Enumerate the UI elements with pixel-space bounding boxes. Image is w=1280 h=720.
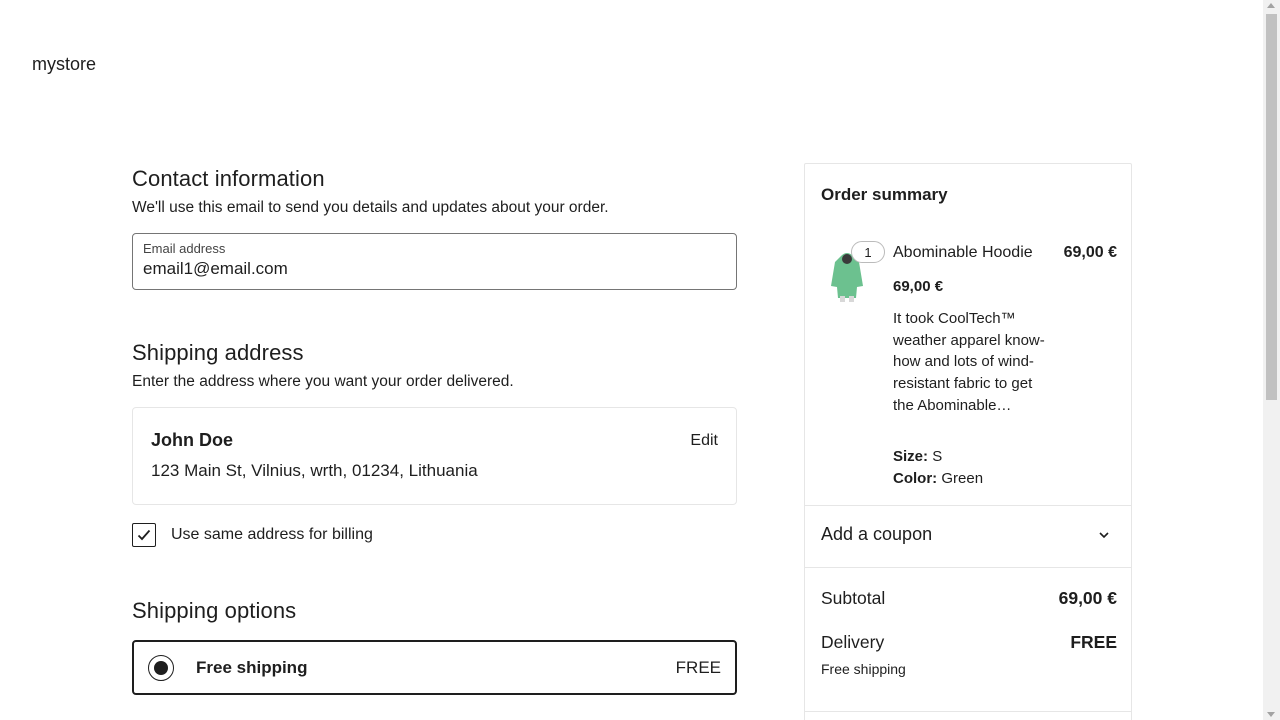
billing-same-checkbox[interactable] bbox=[132, 523, 156, 547]
chevron-down-icon bbox=[1099, 531, 1109, 538]
size-label: Size: bbox=[893, 448, 929, 465]
email-label: Email address bbox=[143, 241, 226, 256]
address-card: John Doe 123 Main St, Vilnius, wrth, 012… bbox=[132, 407, 737, 505]
product-color: Color: Green bbox=[893, 468, 983, 490]
product-price: 69,00 € bbox=[893, 278, 944, 295]
order-summary: Order summary 1 Abominable Hoodie 69,00 … bbox=[804, 163, 1132, 720]
shipping-option-radio[interactable] bbox=[148, 654, 174, 681]
store-logo[interactable]: mystore bbox=[32, 54, 96, 75]
radio-selected-dot bbox=[154, 660, 168, 675]
shipping-option-free[interactable]: Free shipping FREE bbox=[132, 640, 737, 695]
shipping-title: Shipping address bbox=[132, 340, 304, 365]
subtotal-value: 69,00 € bbox=[1058, 588, 1117, 608]
scroll-thumb[interactable] bbox=[1266, 14, 1277, 400]
cart-item: 1 Abominable Hoodie 69,00 € 69,00 € It t… bbox=[821, 236, 1117, 506]
delivery-row: Delivery FREE bbox=[821, 632, 1117, 653]
contact-subtitle: We'll use this email to send you details… bbox=[132, 199, 609, 216]
subtotal-label: Subtotal bbox=[821, 588, 886, 608]
email-input[interactable]: email1@email.com bbox=[143, 259, 726, 279]
address-name: John Doe bbox=[151, 430, 234, 450]
product-size: Size: S bbox=[893, 446, 983, 468]
delivery-value: FREE bbox=[1070, 632, 1117, 652]
product-attributes: Size: S Color: Green bbox=[893, 446, 983, 490]
page-scrollbar[interactable] bbox=[1263, 0, 1280, 720]
email-field[interactable]: Email address email1@email.com bbox=[132, 233, 737, 290]
order-summary-title: Order summary bbox=[821, 185, 948, 204]
billing-same-row[interactable]: Use same address for billing bbox=[132, 523, 373, 547]
contact-title: Contact information bbox=[132, 166, 325, 191]
edit-address-button[interactable]: Edit bbox=[690, 432, 718, 450]
product-total: 69,00 € bbox=[1063, 244, 1117, 261]
shipping-option-label: Free shipping bbox=[196, 657, 308, 677]
quantity-badge: 1 bbox=[851, 241, 885, 263]
divider bbox=[805, 711, 1131, 712]
billing-same-label: Use same address for billing bbox=[171, 526, 373, 543]
address-line: 123 Main St, Vilnius, wrth, 01234, Lithu… bbox=[151, 461, 478, 480]
shipping-subtitle: Enter the address where you want your or… bbox=[132, 373, 514, 390]
product-name: Abominable Hoodie bbox=[893, 244, 1033, 261]
divider bbox=[805, 567, 1131, 568]
scroll-up-icon[interactable] bbox=[1267, 3, 1275, 8]
shipping-options-title: Shipping options bbox=[132, 598, 297, 623]
checkmark-icon bbox=[137, 529, 151, 541]
delivery-label: Delivery bbox=[821, 632, 885, 652]
product-description: It took CoolTech™ weather apparel know-h… bbox=[893, 310, 1045, 414]
scroll-down-icon[interactable] bbox=[1267, 712, 1275, 717]
size-value: S bbox=[932, 448, 943, 465]
add-coupon-toggle[interactable]: Add a coupon bbox=[821, 524, 1117, 545]
divider bbox=[805, 505, 1131, 506]
color-value: Green bbox=[941, 470, 984, 487]
color-label: Color: bbox=[893, 470, 938, 487]
delivery-note: Free shipping bbox=[821, 661, 906, 677]
shipping-option-price: FREE bbox=[675, 657, 721, 677]
add-coupon-label: Add a coupon bbox=[821, 524, 933, 544]
subtotal-row: Subtotal 69,00 € bbox=[821, 588, 1117, 609]
